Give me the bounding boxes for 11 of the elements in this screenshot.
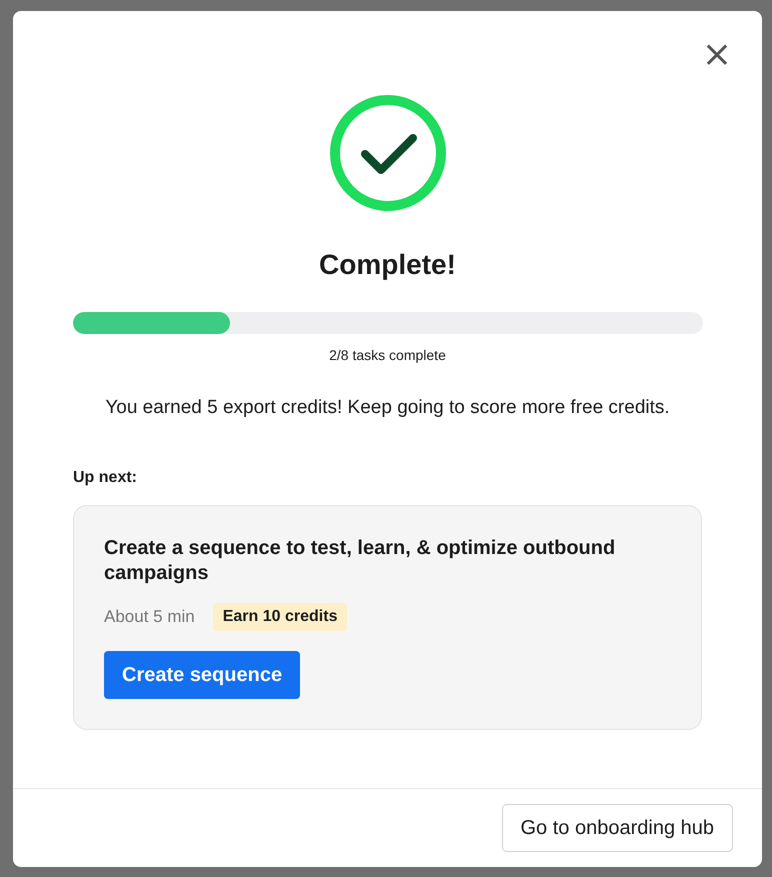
close-button[interactable]: ×: [698, 37, 736, 73]
dialog-title: Complete!: [319, 248, 456, 282]
create-sequence-button[interactable]: Create sequence: [104, 651, 300, 699]
reward-tag: Earn 10 credits: [212, 603, 348, 631]
task-title: Create a sequence to test, learn, & optimize outbound campaigns: [104, 536, 616, 586]
task-duration: About 5 min: [104, 607, 195, 627]
check-circle-icon: [328, 93, 448, 213]
up-next-label: Up next:: [73, 469, 138, 487]
onboarding-hub-button[interactable]: Go to onboarding hub: [502, 804, 733, 852]
reward-message: You earned 5 export credits! Keep going to score more free credits.: [105, 397, 670, 419]
progress-caption: 2/8 tasks complete: [329, 347, 446, 363]
